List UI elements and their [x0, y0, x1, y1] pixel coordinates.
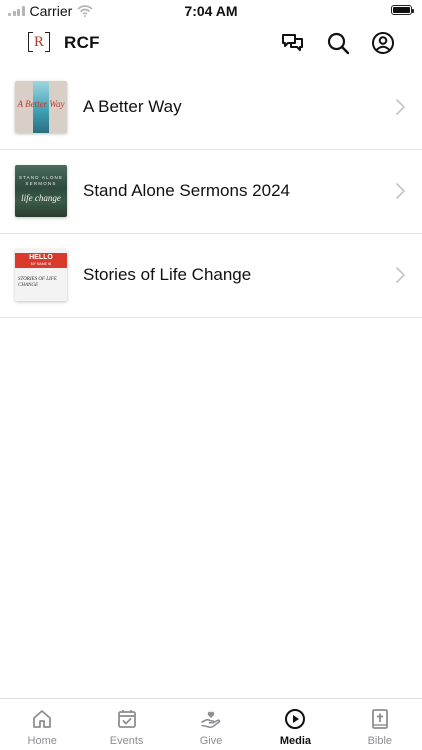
account-icon[interactable]: [370, 30, 396, 56]
tab-label: Media: [279, 735, 312, 747]
chevron-right-icon: [396, 99, 405, 115]
chat-icon[interactable]: [280, 30, 306, 56]
list-item[interactable]: HELLO MY NAME IS STORIES OF LIFE CHANGE …: [0, 234, 422, 318]
tab-bar: Home Events Give Media Bible: [0, 698, 422, 750]
play-circle-icon: [285, 709, 306, 729]
status-bar: Carrier 7:04 AM: [0, 0, 422, 22]
list-item[interactable]: STAND ALONE SERMONS life change Stand Al…: [0, 150, 422, 234]
app-title: RCF: [64, 33, 100, 52]
chevron-right-icon: [396, 267, 405, 283]
series-title: Stories of Life Change: [83, 265, 252, 284]
calendar-check-icon: [117, 710, 136, 728]
give-hand-heart-icon: [201, 711, 221, 728]
series-thumbnail: HELLO MY NAME IS STORIES OF LIFE CHANGE: [15, 249, 67, 301]
tab-bible[interactable]: Bible: [338, 699, 422, 750]
rcf-logo: R: [28, 32, 50, 52]
tab-label: Bible: [367, 735, 393, 747]
tab-home[interactable]: Home: [0, 699, 84, 750]
status-time: 7:04 AM: [184, 3, 238, 19]
app-header: R RCF: [0, 24, 422, 66]
series-title: Stand Alone Sermons 2024: [83, 181, 290, 200]
bible-icon: [371, 709, 388, 729]
series-thumbnail: STAND ALONE SERMONS life change: [15, 165, 67, 217]
battery-icon: [391, 5, 414, 15]
home-icon: [33, 710, 52, 728]
tab-label: Give: [199, 735, 223, 747]
media-series-list: A Better Way A Better Way STAND ALONE SE…: [0, 66, 422, 318]
tab-label: Home: [27, 735, 57, 747]
chevron-right-icon: [396, 183, 405, 199]
series-title: A Better Way: [83, 97, 182, 116]
tab-label: Events: [109, 735, 144, 747]
tab-events[interactable]: Events: [84, 699, 168, 750]
list-item[interactable]: A Better Way A Better Way: [0, 66, 422, 150]
series-thumbnail: A Better Way: [15, 81, 67, 133]
search-icon[interactable]: [325, 30, 351, 56]
tab-give[interactable]: Give: [169, 699, 253, 750]
tab-media[interactable]: Media: [253, 699, 337, 750]
